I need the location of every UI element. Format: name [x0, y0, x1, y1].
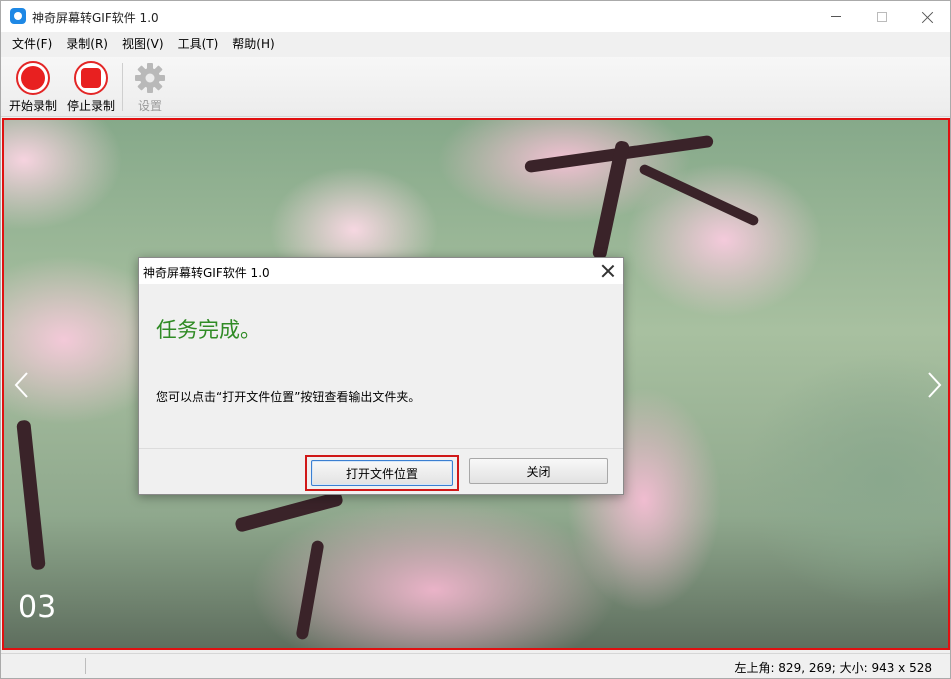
status-separator: [85, 658, 86, 674]
menu-tools[interactable]: 工具(T): [171, 32, 226, 57]
status-bar: 左上角: 829, 269; 大小: 943 x 528: [1, 653, 950, 678]
record-stop-icon: [74, 61, 108, 95]
minimize-button[interactable]: [813, 1, 859, 32]
stop-record-button[interactable]: 停止录制: [63, 61, 119, 114]
close-button[interactable]: 关闭: [469, 458, 608, 484]
stop-record-label: 停止录制: [66, 99, 115, 113]
window-close-button[interactable]: [905, 1, 950, 32]
window-title: 神奇屏幕转GIF软件 1.0: [32, 11, 159, 25]
image-branch: [234, 491, 344, 533]
dialog-title-bar[interactable]: 神奇屏幕转GIF软件 1.0: [139, 258, 623, 284]
image-branch: [295, 539, 325, 641]
gear-icon: [133, 61, 167, 95]
menu-bar: 文件(F) 录制(R) 视图(V) 工具(T) 帮助(H): [1, 32, 950, 57]
settings-button[interactable]: 设置: [122, 61, 178, 114]
open-file-location-button[interactable]: 打开文件位置: [311, 460, 453, 486]
menu-file[interactable]: 文件(F): [5, 32, 59, 57]
chevron-left-icon[interactable]: [12, 370, 32, 400]
dialog-footer: 打开文件位置 关闭: [139, 449, 623, 494]
close-icon: [922, 11, 934, 23]
dialog-body: 任务完成。 您可以点击“打开文件位置”按钮查看输出文件夹。: [139, 284, 623, 449]
menu-record[interactable]: 录制(R): [59, 32, 115, 57]
task-complete-dialog: 神奇屏幕转GIF软件 1.0 任务完成。 您可以点击“打开文件位置”按钮查看输出…: [138, 257, 624, 495]
dialog-heading: 任务完成。: [156, 318, 261, 342]
status-position-size: 左上角: 829, 269; 大小: 943 x 528: [734, 661, 932, 675]
start-record-label: 开始录制: [8, 99, 57, 113]
image-branch: [16, 419, 46, 571]
dialog-close-icon[interactable]: [601, 264, 615, 278]
menu-view[interactable]: 视图(V): [115, 32, 171, 57]
dialog-message: 您可以点击“打开文件位置”按钮查看输出文件夹。: [156, 390, 421, 404]
app-icon: [10, 8, 26, 24]
slide-number: 03: [18, 590, 57, 625]
app-window: 神奇屏幕转GIF软件 1.0 文件(F) 录制(R) 视图(V) 工具(T) 帮…: [0, 0, 951, 679]
title-bar[interactable]: 神奇屏幕转GIF软件 1.0: [1, 1, 950, 32]
start-record-button[interactable]: 开始录制: [5, 61, 61, 114]
record-start-icon: [16, 61, 50, 95]
chevron-right-icon[interactable]: [924, 370, 944, 400]
image-branch: [637, 162, 761, 228]
maximize-icon: [877, 11, 887, 22]
menu-help[interactable]: 帮助(H): [225, 32, 281, 57]
toolbar: 开始录制 停止录制 设置: [1, 57, 950, 117]
dialog-title: 神奇屏幕转GIF软件 1.0: [143, 266, 270, 280]
maximize-button[interactable]: [859, 1, 905, 32]
settings-label: 设置: [137, 99, 162, 113]
minimize-icon: [831, 16, 841, 17]
